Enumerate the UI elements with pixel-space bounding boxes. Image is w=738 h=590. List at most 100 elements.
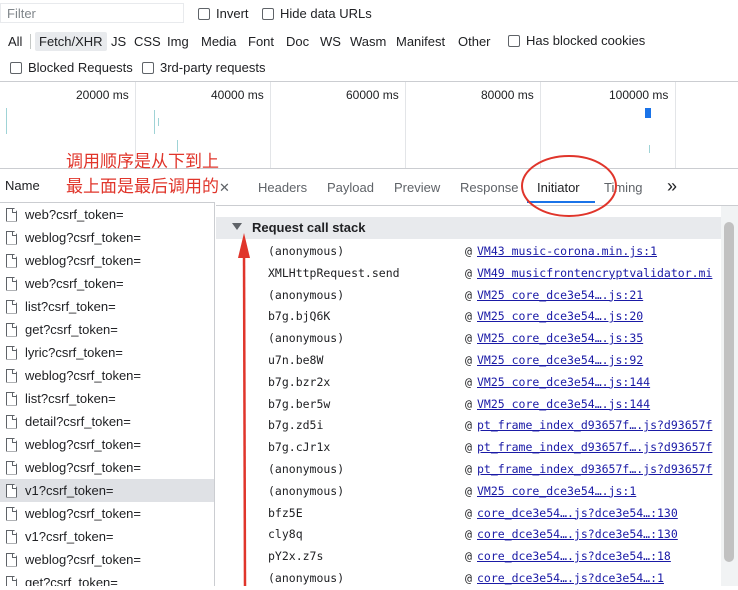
- request-row[interactable]: web?csrf_token=: [0, 272, 214, 295]
- callstack-frame: cly8q @ core_dce3e54….js?dce3e54…:130: [216, 524, 721, 546]
- frame-function-name: XMLHttpRequest.send: [268, 265, 400, 280]
- request-row[interactable]: list?csrf_token=: [0, 295, 214, 318]
- frame-function-name: bfz5E: [268, 505, 303, 520]
- request-row[interactable]: weblog?csrf_token=: [0, 548, 214, 571]
- frame-source-link[interactable]: VM43 music-corona.min.js:1: [477, 244, 721, 258]
- frame-source-link[interactable]: VM49 musicfrontencryptvalidator.mi: [477, 266, 721, 280]
- type-separator: [30, 34, 31, 49]
- frame-source-link[interactable]: core_dce3e54….js?dce3e54…:130: [477, 506, 721, 520]
- request-row[interactable]: lyric?csrf_token=: [0, 341, 214, 364]
- blocked-requests-box[interactable]: [10, 61, 22, 74]
- timeline-gridline: [540, 82, 541, 168]
- details-scrollbar-thumb[interactable]: [724, 222, 734, 562]
- type-filter-wasm[interactable]: Wasm: [346, 32, 390, 51]
- request-name: weblog?csrf_token=: [25, 552, 141, 567]
- frame-function-name: cly8q: [268, 527, 303, 542]
- type-filter-js[interactable]: JS: [107, 32, 130, 51]
- type-filter-font[interactable]: Font: [244, 32, 278, 51]
- document-icon: [6, 414, 17, 429]
- frame-source-link[interactable]: VM25 core_dce3e54….js:21: [477, 288, 721, 302]
- frame-source-link[interactable]: pt_frame_index_d93657f….js?d93657f: [477, 440, 721, 454]
- hide-data-urls-checkbox[interactable]: Hide data URLs: [262, 6, 372, 21]
- type-filter-media[interactable]: Media: [197, 32, 240, 51]
- tab-initiator[interactable]: Initiator: [537, 180, 580, 195]
- request-row[interactable]: weblog?csrf_token=: [0, 226, 214, 249]
- expand-triangle-icon[interactable]: [232, 223, 242, 230]
- request-row[interactable]: weblog?csrf_token=: [0, 502, 214, 525]
- frame-at-sign: @: [465, 483, 472, 498]
- tab-timing[interactable]: Timing: [604, 180, 643, 195]
- invert-checkbox-box[interactable]: [198, 7, 210, 20]
- frame-at-sign: @: [465, 462, 472, 476]
- request-row[interactable]: list?csrf_token=: [0, 387, 214, 410]
- frame-function-name: pY2x.z7s: [268, 549, 324, 564]
- callstack-frame: XMLHttpRequest.send @ VM49 musicfrontencry…: [216, 263, 721, 285]
- request-row[interactable]: detail?csrf_token=: [0, 410, 214, 433]
- request-row[interactable]: v1?csrf_token=: [0, 525, 214, 548]
- request-row[interactable]: v1?csrf_token=: [0, 479, 214, 502]
- frame-source-link[interactable]: core_dce3e54….js?dce3e54…:18: [477, 549, 721, 563]
- request-row[interactable]: web?csrf_token=: [0, 203, 214, 226]
- blocked-requests-checkbox[interactable]: Blocked Requests: [10, 60, 133, 75]
- type-filter-ws[interactable]: WS: [316, 32, 345, 51]
- document-icon: [6, 207, 17, 222]
- type-filter-img[interactable]: Img: [163, 32, 193, 51]
- timeline-gridline: [270, 82, 271, 168]
- filter-input[interactable]: [0, 3, 184, 23]
- frame-source-link[interactable]: VM25 core_dce3e54….js:144: [477, 397, 721, 411]
- frame-at-sign: @: [465, 418, 472, 433]
- type-filter-manifest[interactable]: Manifest: [392, 32, 449, 51]
- request-list[interactable]: web?csrf_token= weblog?csrf_token= weblog?…: [0, 203, 215, 586]
- request-name: get?csrf_token=: [25, 322, 118, 337]
- callstack-section-header[interactable]: Request call stack: [216, 217, 721, 239]
- close-details-icon[interactable]: ✕: [219, 180, 230, 196]
- hide-data-urls-label: Hide data URLs: [280, 6, 372, 21]
- invert-checkbox[interactable]: Invert: [198, 6, 249, 21]
- timeline-activity-mark: [6, 108, 7, 134]
- request-name: weblog?csrf_token=: [25, 506, 141, 521]
- frame-function-name: b7g.ber5w: [268, 396, 331, 411]
- request-name: web?csrf_token=: [25, 276, 124, 291]
- frame-source-link[interactable]: pt_frame_index_d93657f….js?d93657f: [477, 418, 721, 432]
- type-filter-all[interactable]: All: [4, 32, 26, 51]
- request-name: weblog?csrf_token=: [25, 253, 141, 268]
- type-filter-css[interactable]: CSS: [130, 32, 165, 51]
- frame-source-link[interactable]: core_dce3e54….js?dce3e54…:1: [477, 571, 721, 585]
- more-tabs-chevron-icon[interactable]: »: [667, 176, 677, 197]
- document-icon: [6, 230, 17, 245]
- frame-source-link[interactable]: VM25 core_dce3e54….js:1: [477, 484, 721, 498]
- request-row[interactable]: get?csrf_token=: [0, 571, 214, 586]
- request-row[interactable]: get?csrf_token=: [0, 318, 214, 341]
- frame-at-sign: @: [465, 505, 472, 520]
- request-row[interactable]: weblog?csrf_token=: [0, 364, 214, 387]
- frame-source-link[interactable]: VM25 core_dce3e54….js:20: [477, 309, 721, 323]
- frame-function-name: b7g.bjQ6K: [268, 309, 331, 324]
- type-filter-doc[interactable]: Doc: [282, 32, 313, 51]
- third-party-requests-label: 3rd-party requests: [160, 60, 266, 75]
- request-row[interactable]: weblog?csrf_token=: [0, 249, 214, 272]
- tab-response[interactable]: Response: [460, 180, 519, 195]
- type-filter-other[interactable]: Other: [454, 32, 495, 51]
- document-icon: [6, 276, 17, 291]
- type-filter-fetch-xhr[interactable]: Fetch/XHR: [35, 32, 107, 51]
- callstack-frame: (anonymous) @ VM25 core_dce3e54….js:35: [216, 328, 721, 350]
- third-party-requests-checkbox[interactable]: 3rd-party requests: [142, 60, 266, 75]
- request-name: list?csrf_token=: [25, 391, 116, 406]
- has-blocked-cookies-checkbox[interactable]: Has blocked cookies: [508, 33, 645, 48]
- tab-preview[interactable]: Preview: [394, 180, 440, 195]
- frame-source-link[interactable]: VM25 core_dce3e54….js:144: [477, 375, 721, 389]
- frame-source-link[interactable]: VM25 core_dce3e54….js:35: [477, 331, 721, 345]
- frame-source-link[interactable]: pt_frame_index_d93657f….js?d93657f: [477, 462, 721, 476]
- has-blocked-cookies-box[interactable]: [508, 34, 520, 47]
- third-party-requests-box[interactable]: [142, 61, 154, 74]
- hide-data-urls-checkbox-box[interactable]: [262, 7, 274, 20]
- frame-source-link[interactable]: core_dce3e54….js?dce3e54…:130: [477, 527, 721, 541]
- frame-source-link[interactable]: VM25 core_dce3e54….js:92: [477, 353, 721, 367]
- tab-headers[interactable]: Headers: [258, 180, 307, 195]
- request-row[interactable]: weblog?csrf_token=: [0, 433, 214, 456]
- frame-at-sign: @: [465, 374, 472, 389]
- document-icon: [6, 552, 17, 567]
- tab-payload[interactable]: Payload: [327, 180, 374, 195]
- request-name: lyric?csrf_token=: [25, 345, 123, 360]
- request-row[interactable]: weblog?csrf_token=: [0, 456, 214, 479]
